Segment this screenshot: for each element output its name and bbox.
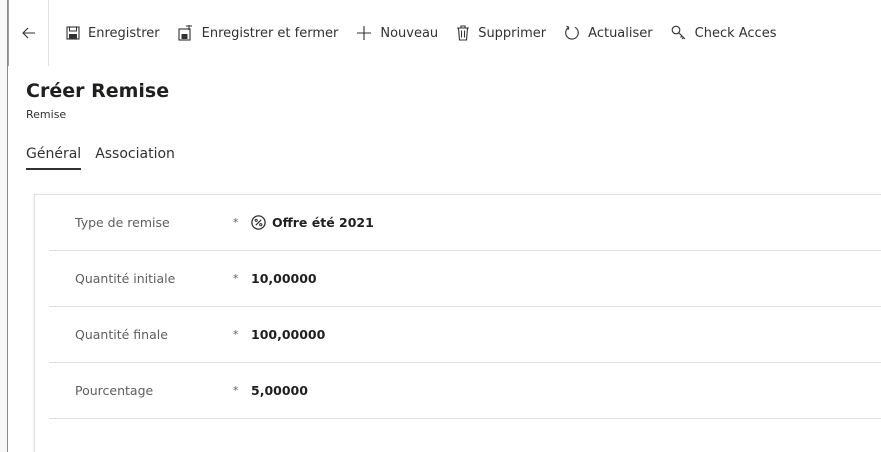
save-and-close-button[interactable]: Enregistrer et fermer [169,13,348,53]
plus-icon [357,26,372,40]
field-label: Pourcentage [75,383,154,398]
field-discount-type: Type de remise * Offre été 2021 [49,195,881,251]
discount-percent-icon [251,215,266,230]
save-close-icon [178,25,192,41]
field-final-quantity: Quantité finale * 100,00000 [49,307,881,363]
tab-general[interactable]: Général [26,146,82,170]
refresh-label: Actualiser [588,25,653,41]
command-bar: Enregistrer Enregistrer et fermer Nouvea… [8,0,881,67]
check-access-label: Check Acces [694,25,777,41]
required-indicator: * [233,216,239,229]
required-indicator: * [233,384,239,397]
refresh-button[interactable]: Actualiser [555,13,661,53]
key-icon [671,25,686,40]
trash-icon [457,25,470,41]
save-label: Enregistrer [88,25,160,41]
required-indicator: * [233,272,239,285]
final-quantity-input[interactable]: 100,00000 [251,327,325,342]
percentage-input[interactable]: 5,00000 [251,383,308,398]
record-form: Créer Remise Remise Général Association … [8,66,881,452]
arrow-left-icon [21,27,35,39]
field-initial-quantity: Quantité initiale * 10,00000 [49,251,881,307]
general-section: Type de remise * Offre été 2021 Quantité… [34,194,881,452]
field-label: Quantité initiale [75,271,176,286]
discount-type-lookup[interactable]: Offre été 2021 [251,215,374,230]
field-label: Type de remise [75,215,170,230]
field-value: Offre été 2021 [272,215,374,230]
field-percentage: Pourcentage * 5,00000 [49,363,881,419]
entity-name: Remise [26,108,67,121]
delete-label: Supprimer [478,25,547,41]
field-label: Quantité finale [75,327,168,342]
delete-button[interactable]: Supprimer [447,13,555,53]
new-label: Nouveau [380,25,439,41]
save-icon [66,26,80,40]
initial-quantity-input[interactable]: 10,00000 [251,271,317,286]
save-and-close-label: Enregistrer et fermer [201,25,339,41]
back-button[interactable] [9,0,49,66]
check-access-button[interactable]: Check Acces [662,13,786,53]
refresh-icon [565,25,579,40]
tab-association[interactable]: Association [95,146,175,170]
new-button[interactable]: Nouveau [347,13,447,53]
save-button[interactable]: Enregistrer [57,13,169,53]
tab-list: Général Association [26,146,189,170]
required-indicator: * [233,328,239,341]
page-title: Créer Remise [26,80,170,102]
